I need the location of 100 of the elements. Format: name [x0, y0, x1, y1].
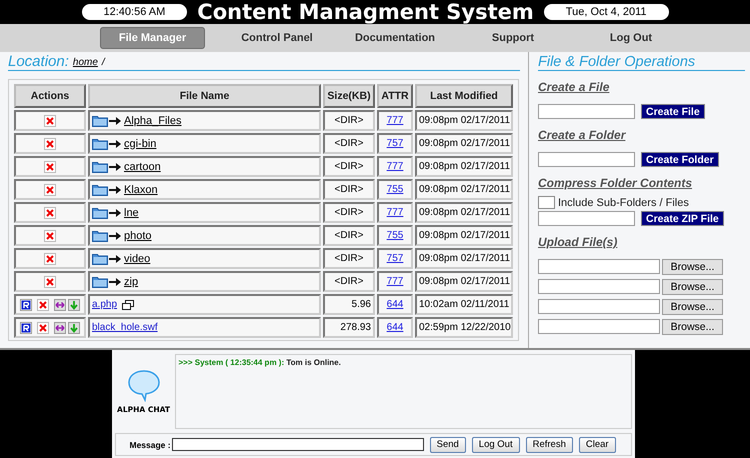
- upload-field[interactable]: [538, 259, 660, 274]
- size-cell: <DIR>: [323, 271, 375, 292]
- file-name-field[interactable]: [538, 104, 635, 119]
- arrow-icon: [109, 162, 121, 170]
- nav-tab[interactable]: Documentation: [336, 27, 454, 49]
- delete-icon[interactable]: [37, 322, 49, 334]
- section-heading: Create a Folder: [538, 128, 627, 142]
- date-cell: 09:08pm 02/17/2011: [415, 202, 513, 223]
- folder-icon: [92, 252, 108, 265]
- size-cell: <DIR>: [323, 202, 375, 223]
- column-header: Actions: [14, 84, 86, 108]
- chat-message: >>> System ( 12:35:44 pm ): Tom is Online.: [178, 358, 342, 367]
- delete-icon[interactable]: [37, 298, 49, 310]
- date-cell: 09:08pm 02/17/2011: [415, 225, 513, 246]
- date: Tue, Oct 4, 2011: [544, 4, 668, 20]
- delete-icon[interactable]: [44, 138, 56, 150]
- rename-icon[interactable]: [20, 298, 32, 310]
- speech-bubble-icon: [126, 370, 160, 402]
- chat-button[interactable]: Refresh: [526, 436, 573, 452]
- create-zip-button[interactable]: Create ZIP File: [641, 211, 724, 226]
- arrow-icon: [109, 208, 121, 216]
- date-cell: 09:08pm 02/17/2011: [415, 271, 513, 292]
- upload-field[interactable]: [538, 279, 660, 294]
- date-cell: 09:08pm 02/17/2011: [415, 156, 513, 177]
- nav-tab[interactable]: Log Out: [572, 27, 690, 49]
- column-header: File Name: [88, 84, 321, 108]
- folder-link[interactable]: cartoon: [124, 160, 161, 172]
- size-cell: <DIR>: [323, 179, 375, 200]
- zip-name-field[interactable]: [538, 211, 635, 226]
- arrow-icon: [109, 116, 121, 124]
- arrow-icon: [109, 232, 121, 240]
- breadcrumb-link[interactable]: home: [72, 57, 98, 70]
- folder-link[interactable]: photo: [124, 230, 152, 242]
- section-heading: Upload File(s): [538, 235, 618, 249]
- arrow-icon: [109, 278, 121, 286]
- folder-link[interactable]: cgi-bin: [124, 138, 156, 150]
- delete-icon[interactable]: [44, 114, 56, 126]
- folder-icon: [92, 183, 108, 196]
- date-cell: 09:08pm 02/17/2011: [415, 179, 513, 200]
- delete-icon[interactable]: [44, 206, 56, 218]
- path-separator: /: [102, 57, 105, 70]
- size-cell: <DIR>: [323, 248, 375, 269]
- section-heading: Compress Folder Contents: [538, 176, 694, 190]
- arrow-icon: [109, 140, 121, 148]
- nav-tab[interactable]: Control Panel: [218, 27, 336, 49]
- folder-icon: [92, 275, 108, 288]
- folder-link[interactable]: video: [124, 252, 150, 264]
- chat-button[interactable]: Send: [430, 436, 466, 452]
- date-cell: 02:59pm 12/22/2010: [415, 317, 513, 338]
- rename-icon[interactable]: [20, 322, 32, 334]
- delete-icon[interactable]: [44, 276, 56, 288]
- size-cell: <DIR>: [323, 225, 375, 246]
- folder-icon: [92, 229, 108, 242]
- site-title: Content Managment System: [197, 0, 534, 24]
- folder-icon: [92, 114, 108, 127]
- upload-field[interactable]: [538, 319, 660, 334]
- delete-icon[interactable]: [44, 160, 56, 172]
- arrow-icon: [109, 186, 121, 194]
- size-cell: 278.93: [323, 317, 375, 338]
- create-folder-button[interactable]: Create Folder: [641, 152, 719, 167]
- browse-button[interactable]: Browse...: [662, 279, 723, 295]
- section-title: File & Folder Operations: [538, 54, 745, 71]
- date-cell: 09:08pm 02/17/2011: [415, 110, 513, 131]
- folder-link[interactable]: Alpha_Files: [124, 114, 182, 126]
- date-cell: 09:08pm 02/17/2011: [415, 248, 513, 269]
- section-heading: Create a File: [538, 80, 610, 94]
- browse-button[interactable]: Browse...: [662, 259, 723, 275]
- download-icon[interactable]: [68, 298, 80, 310]
- move-icon[interactable]: [54, 322, 66, 334]
- clock: 12:40:56 AM: [82, 4, 188, 20]
- folder-link[interactable]: Klaxon: [124, 184, 158, 196]
- create-file-button[interactable]: Create File: [641, 104, 705, 119]
- size-cell: <DIR>: [323, 133, 375, 154]
- delete-icon[interactable]: [44, 230, 56, 242]
- column-header: ATTR: [377, 84, 413, 108]
- folder-name-field[interactable]: [538, 152, 635, 167]
- date-cell: 10:02am 02/11/2011: [415, 294, 513, 315]
- download-icon[interactable]: [68, 322, 80, 334]
- message-label: Message :: [130, 440, 171, 450]
- move-icon[interactable]: [54, 298, 66, 310]
- file-link[interactable]: a.php: [92, 299, 118, 310]
- delete-icon[interactable]: [44, 252, 56, 264]
- chat-button[interactable]: Clear: [578, 436, 616, 452]
- column-header: Size(KB): [323, 84, 375, 108]
- size-cell: <DIR>: [323, 156, 375, 177]
- file-link[interactable]: black_hole.swf: [92, 322, 158, 333]
- browse-button[interactable]: Browse...: [662, 299, 723, 315]
- nav-tab[interactable]: Support: [454, 27, 572, 49]
- upload-field[interactable]: [538, 299, 660, 314]
- browse-button[interactable]: Browse...: [662, 319, 723, 335]
- chat-button[interactable]: Log Out: [472, 436, 520, 452]
- folder-icon: [92, 160, 108, 173]
- checkbox[interactable]: [538, 196, 555, 209]
- folder-link[interactable]: lne: [124, 206, 139, 218]
- folder-link[interactable]: zip: [124, 276, 138, 288]
- delete-icon[interactable]: [44, 184, 56, 196]
- column-header: Last Modified: [415, 84, 513, 108]
- size-cell: <DIR>: [323, 110, 375, 131]
- message-field[interactable]: [172, 438, 424, 451]
- popup-icon[interactable]: [122, 300, 134, 310]
